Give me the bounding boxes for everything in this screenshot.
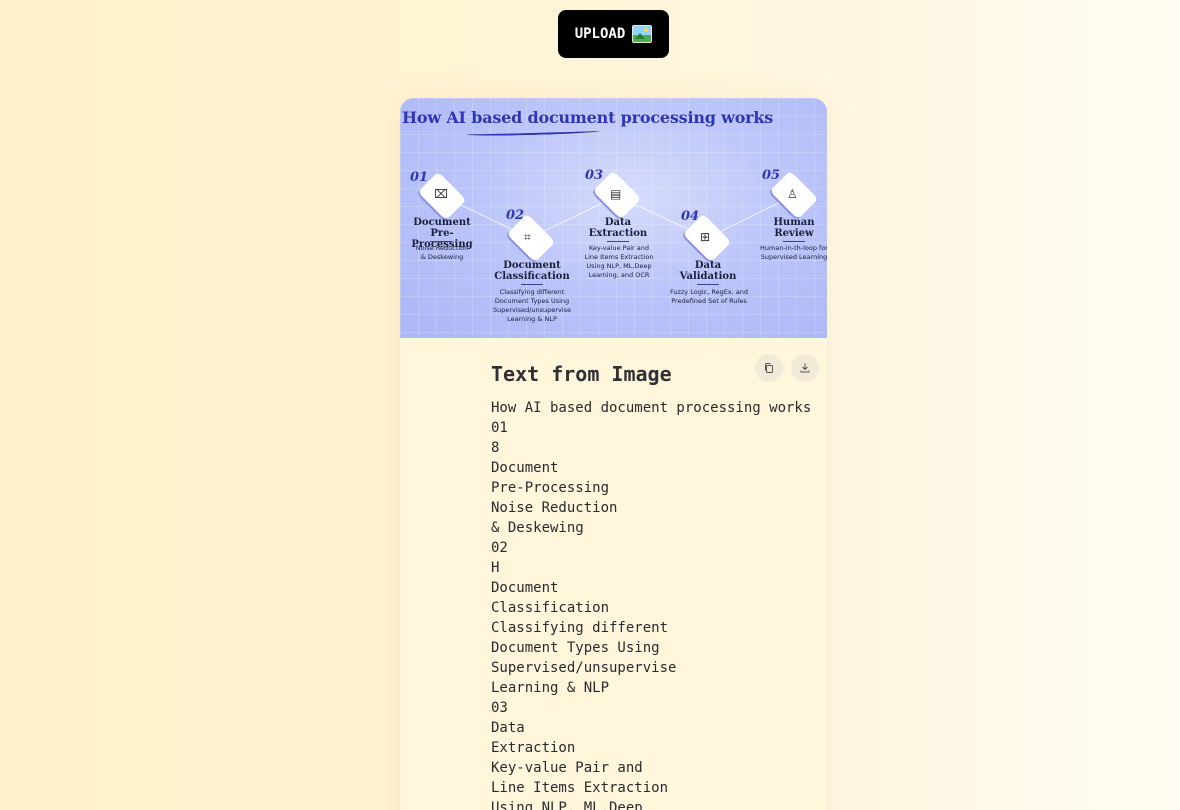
framed-picture-icon [632,25,653,43]
extracted-text-line: H [491,560,500,576]
extracted-text-line: Classification [491,600,610,616]
extracted-text-line: & Deskewing [491,520,584,536]
extracted-text-line: Line Items Extraction [491,780,669,796]
human-review-icon: ♙ [787,187,798,201]
step-title: Data Validation [679,260,737,282]
copy-icon [765,363,773,373]
step-title: Data Extraction [588,217,648,239]
step-title: Human Review [773,217,815,239]
extracted-text-line: 01 [491,420,508,436]
uploaded-image-preview: How AI based document processing works 0… [400,98,827,338]
extracted-text-line: Pre-Processing [491,480,610,496]
extracted-text: How AI based document processing works 01… [491,398,811,810]
classification-icon: ⌗ [524,230,531,244]
extracted-text-line: 02 [491,540,508,556]
extracted-text-line: Classifying different [491,620,669,636]
extracted-text-line: Document Types Using [491,640,660,656]
extracted-text-line: Data [491,720,525,736]
extracted-text-line: Document [491,580,559,596]
extracted-text-line: Learning & NLP [491,680,610,696]
step-description: Classifying different Document Types Usi… [493,288,571,323]
step-description: Human-in-th-loop for Supervised Learning [760,244,827,261]
extracted-text-line: Using NLP, ML,Deep [491,800,643,810]
extracted-text-line: Key-value Pair and [491,760,643,776]
result-heading: Text from Image [491,362,672,386]
extraction-icon: ▤ [610,187,622,201]
step-number: 05 [762,168,781,183]
step-description: Noise Reduction & Deskewing [415,244,469,261]
extracted-text-line: Noise Reduction [491,500,618,516]
extracted-text-line: Document [491,460,559,476]
step-number: 03 [585,168,604,183]
step-description: Key-value Pair and Line Items Extraction… [584,244,654,279]
download-button[interactable] [791,354,819,382]
upload-label: UPLOAD [574,26,626,42]
extracted-text-line: 8 [491,440,500,456]
extracted-text-line: Supervised/unsupervise [491,660,677,676]
scan-document-icon: ⌧ [434,187,448,201]
validation-icon: ⊞ [700,230,711,244]
extracted-text-line: Extraction [491,740,576,756]
step-description: Fuzzy Logic, RegEx, and Predefined Set o… [669,288,749,305]
extracted-text-line: How AI based document processing works [491,400,812,416]
extracted-text-line: 03 [491,700,508,716]
result-card: How AI based document processing works 0… [400,98,827,810]
upload-button[interactable]: UPLOAD [558,10,669,58]
download-icon [800,363,810,373]
step-title: Document Classification [494,260,570,282]
copy-button[interactable] [755,354,783,382]
